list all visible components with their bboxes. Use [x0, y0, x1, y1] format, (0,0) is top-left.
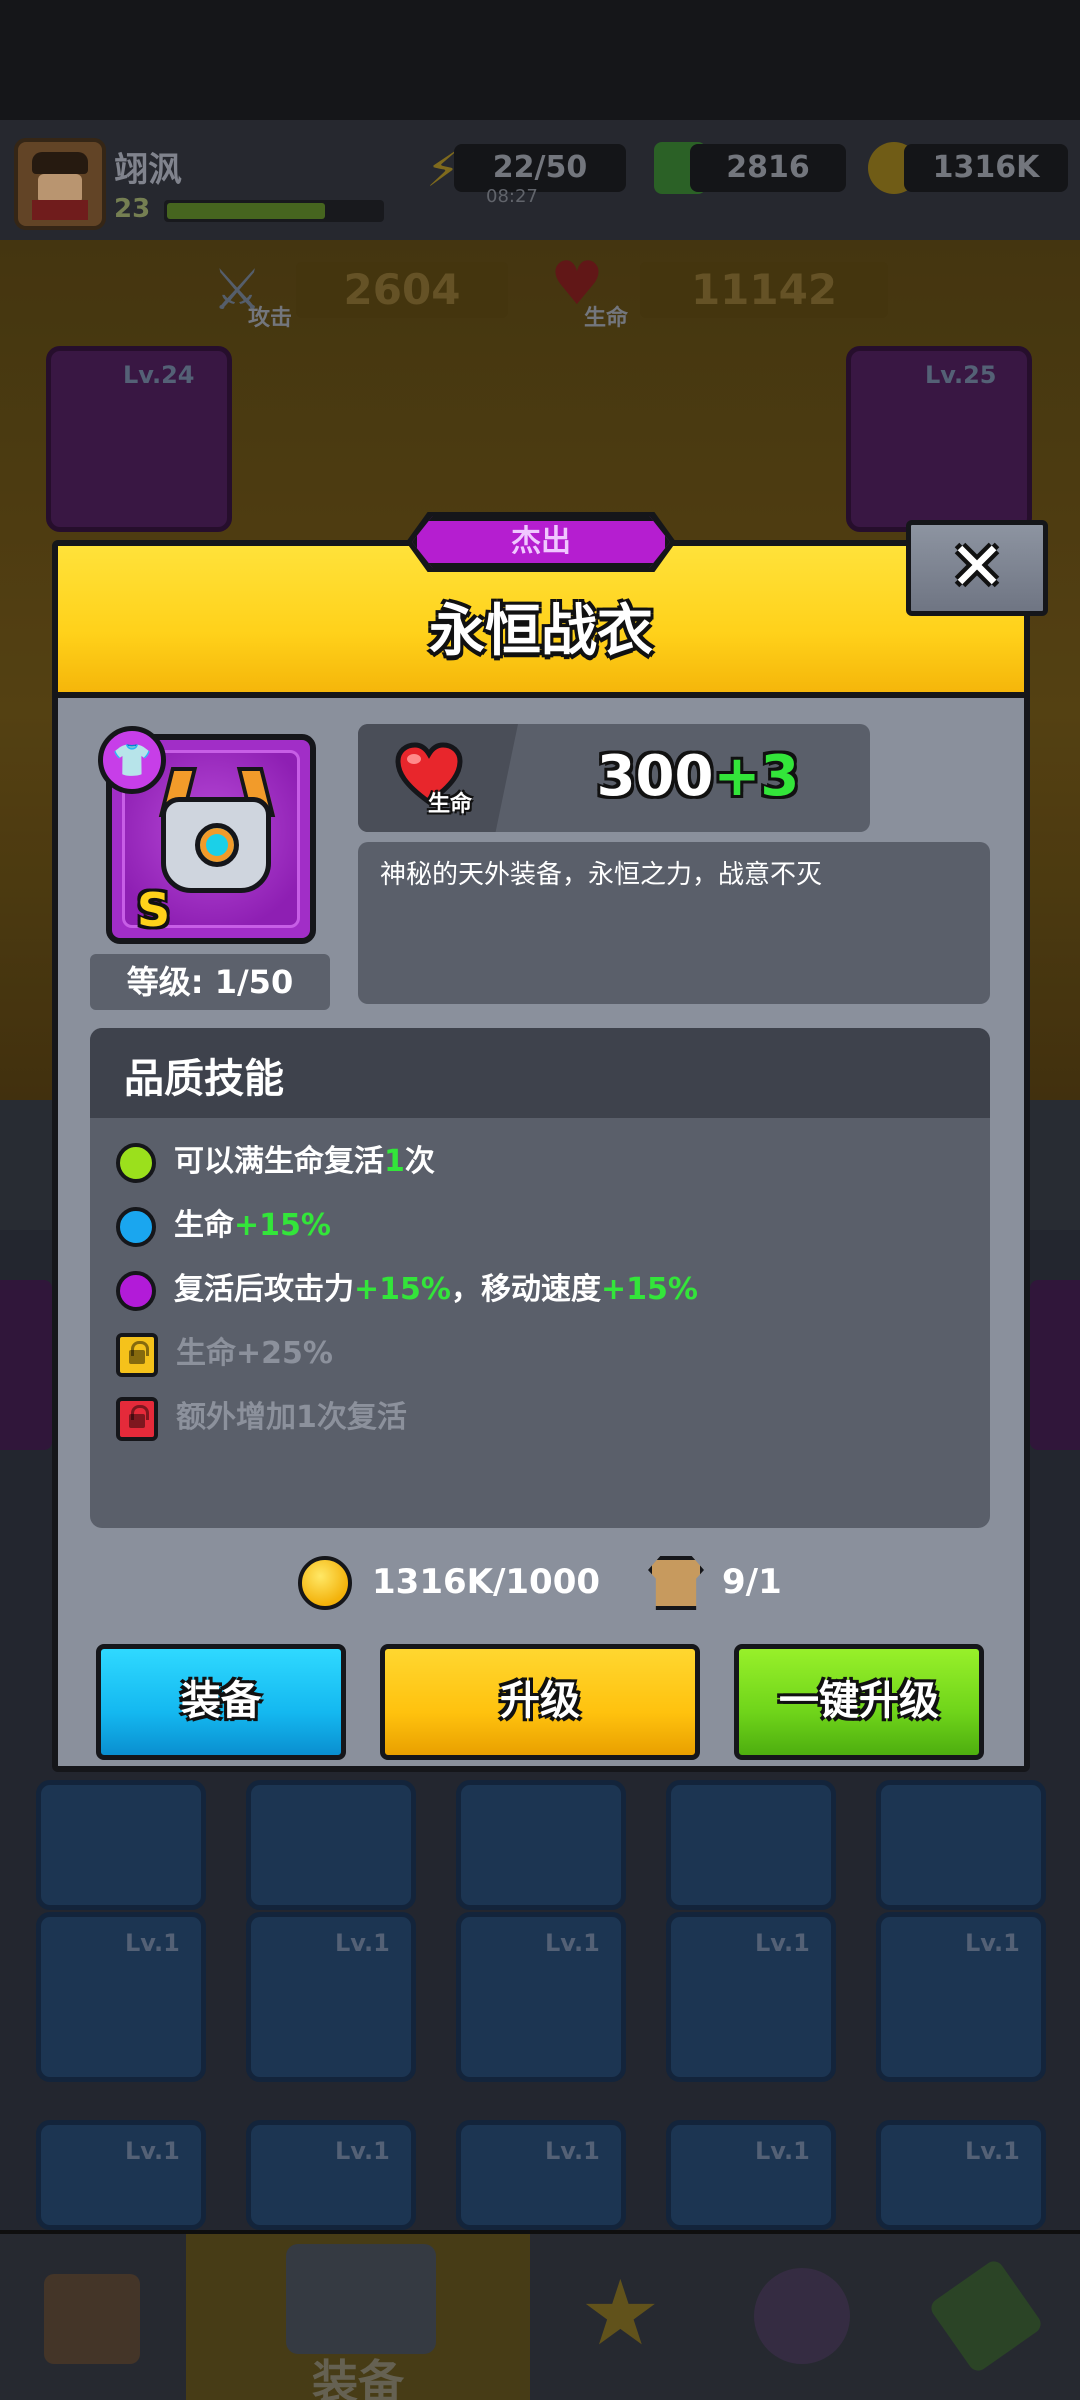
equip-button[interactable]: 装备 [96, 1644, 346, 1760]
chestplate-slot-icon: 👕 [98, 726, 166, 794]
skill-item: 额外增加1次复活 [116, 1392, 407, 1444]
skill-item: 生命+15% [116, 1200, 331, 1252]
stat-base: 300 [596, 744, 714, 809]
material-cost: 9/1 [722, 1562, 782, 1602]
skill-item: 复活后攻击力+15%，移动速度+15% [116, 1264, 698, 1316]
stat-value: 300+3 [538, 744, 858, 809]
item-title: 永恒战衣 [429, 599, 653, 664]
item-description: 神秘的天外装备，永恒之力，战意不灭 [358, 842, 990, 1004]
coin-cost: 1316K/1000 [372, 1562, 601, 1602]
lock-icon [116, 1396, 158, 1441]
close-icon: ✕ [949, 528, 1005, 605]
skill-dot-icon [116, 1206, 156, 1247]
skills-title: 品质技能 [124, 1056, 284, 1102]
skill-item: 生命+25% [116, 1328, 333, 1380]
skill-dot-icon [116, 1142, 156, 1183]
lock-icon [116, 1332, 158, 1377]
skill-dot-icon [116, 1270, 156, 1311]
grade-label: S [137, 883, 171, 937]
upgrade-button[interactable]: 升级 [380, 1644, 700, 1760]
close-button[interactable]: ✕ [906, 520, 1048, 616]
stat-label: 生命 [428, 792, 473, 817]
upgrade-all-button[interactable]: 一键升级 [734, 1644, 984, 1760]
rarity-badge: 杰出 [412, 516, 670, 568]
shirt-icon [648, 1556, 704, 1610]
skill-item: 可以满生命复活1次 [116, 1136, 435, 1188]
quality-skills-panel: 品质技能 可以满生命复活1次 生命+15% 复活后攻击力+15%，移动速度+15% 生… [90, 1028, 990, 1528]
stat-box: 生命 300+3 [358, 724, 870, 832]
coin-icon [298, 1556, 352, 1610]
stat-bonus: +3 [713, 744, 800, 809]
item-level: 等级: 1/50 [90, 954, 330, 1010]
